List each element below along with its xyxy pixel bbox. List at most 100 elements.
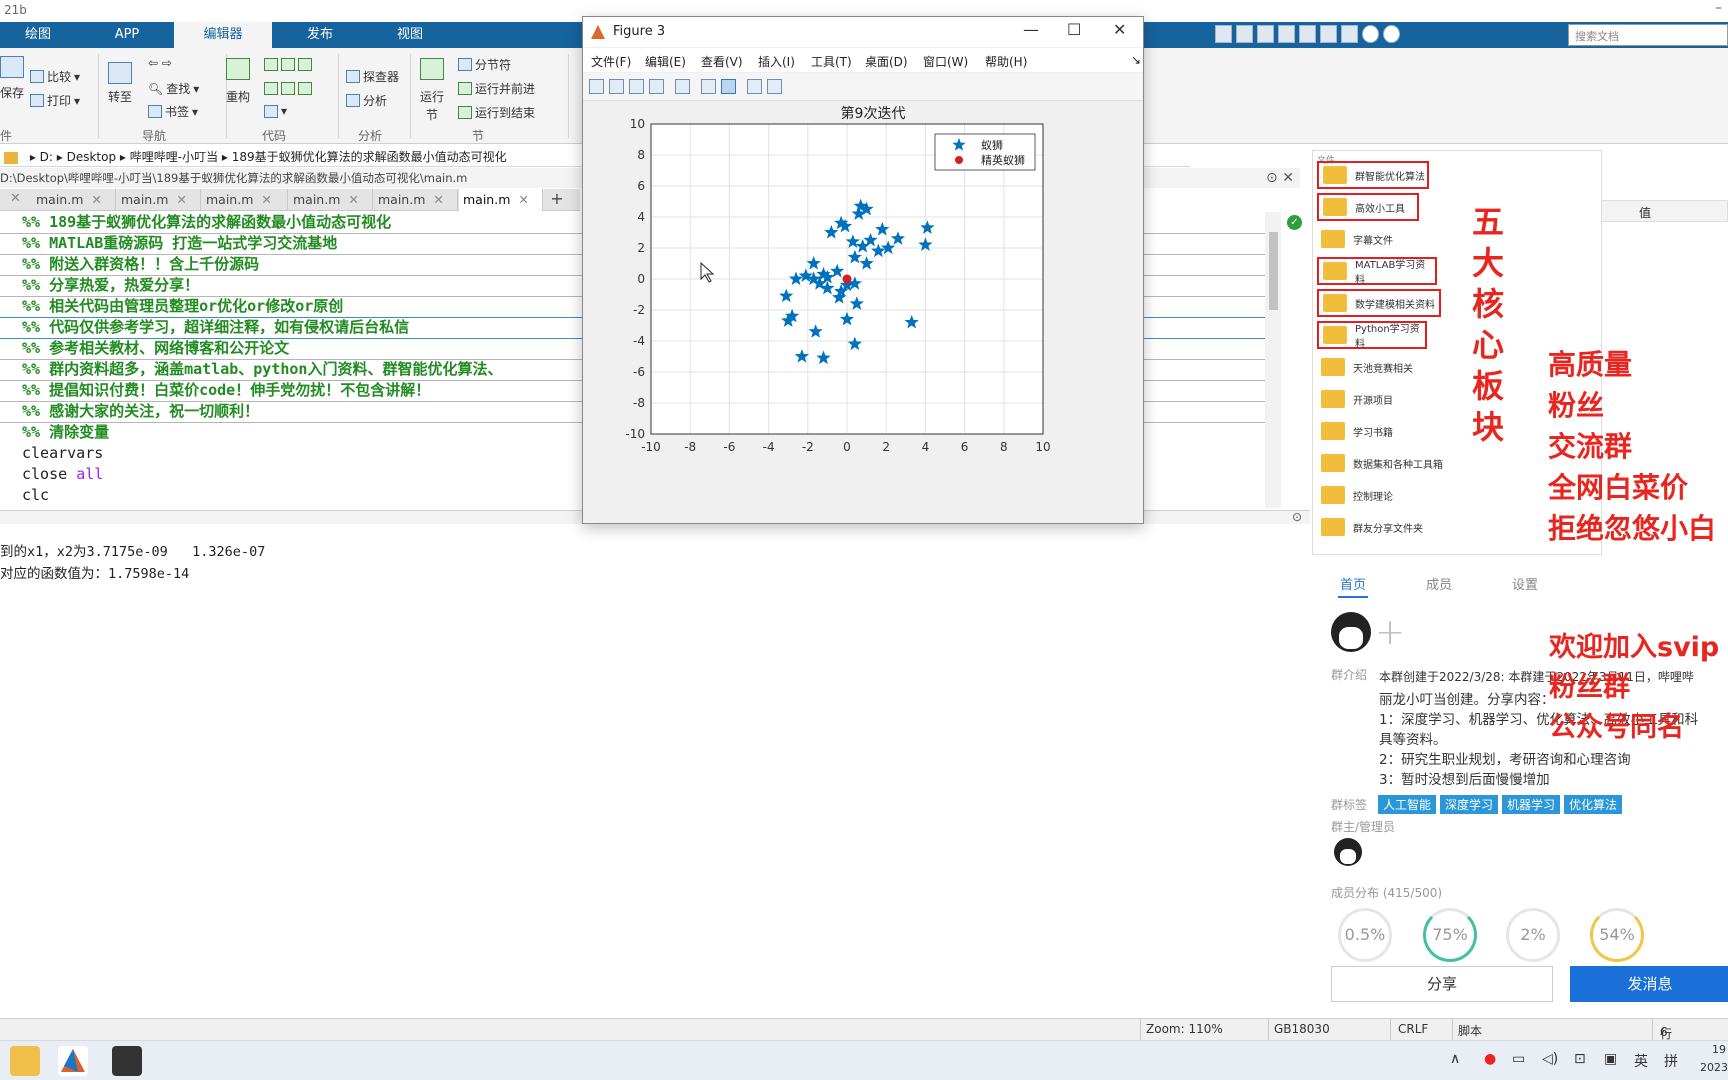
folder-item[interactable]: 字幕文件 [1317, 225, 1597, 253]
tab-editor[interactable]: 编辑器 [174, 22, 272, 49]
paste-icon[interactable] [1278, 25, 1295, 43]
figure-titlebar[interactable]: Figure 3 — ☐ ✕ [583, 17, 1143, 47]
open-file-icon[interactable] [609, 79, 624, 94]
print-button[interactable]: 打印 ▾ [30, 92, 80, 109]
recorder-icon[interactable] [112, 1046, 142, 1076]
close-icon[interactable]: ✕ [518, 192, 528, 207]
minimize-icon[interactable]: — [1023, 20, 1039, 39]
close-icon[interactable]: ✕ [1282, 170, 1294, 186]
find-button[interactable]: 🔍︎ 查找 ▾ [148, 80, 199, 97]
tag[interactable]: 优化算法 [1564, 795, 1623, 814]
breadcrumb-desktop[interactable]: Desktop [67, 150, 117, 164]
chevron-down-icon[interactable]: ⊙ [1292, 510, 1302, 524]
save-icon[interactable] [1215, 25, 1232, 43]
save-icon[interactable] [629, 79, 644, 94]
tag[interactable]: 人工智能 [1378, 795, 1437, 814]
new-figure-icon[interactable] [589, 79, 604, 94]
close-icon[interactable]: ✕ [261, 192, 271, 207]
tab-plots[interactable]: 绘图 [0, 22, 76, 48]
network-icon[interactable]: ⊡ [1574, 1051, 1586, 1067]
editor-panel-controls[interactable]: ⊙ ✕ [1266, 170, 1294, 186]
section-break-button[interactable]: 分节符 [458, 56, 511, 73]
tab-members[interactable]: 成员 [1426, 574, 1452, 593]
tag[interactable]: 深度学习 [1440, 795, 1499, 814]
volume-icon[interactable]: ◁) [1542, 1051, 1558, 1067]
dock-arrow-icon[interactable]: ↘ [1131, 53, 1141, 67]
menu-insert[interactable]: 插入(I) [758, 53, 795, 70]
file-tab[interactable]: main.m ✕ [289, 189, 373, 211]
tab-settings[interactable]: 设置 [1512, 574, 1538, 593]
scatter-plot[interactable]: 第9次迭代 -10 -8 -6 -4 -2 0 2 4 6 8 10 -10 -8 -6 -4 -2 0 2 4 6 8… [583, 102, 1143, 523]
folder-item[interactable]: Python学习资料 [1317, 321, 1427, 350]
editor-scrollbar[interactable] [1265, 212, 1281, 508]
menu-edit[interactable]: 编辑(E) [645, 53, 686, 70]
close-icon[interactable]: ✕ [91, 192, 101, 207]
back-forward-buttons[interactable]: ⇦ ⇨ [148, 56, 172, 70]
store-icon[interactable]: ▣ [1604, 1051, 1617, 1067]
avatar[interactable] [1331, 612, 1371, 652]
community-icon[interactable] [1383, 25, 1400, 43]
switch-window-icon[interactable] [1341, 25, 1358, 43]
chevron-down-icon[interactable]: ⊙ [1266, 170, 1278, 186]
tab-apps[interactable]: APP [86, 22, 168, 48]
property-editor-icon[interactable] [767, 79, 782, 94]
close-icon[interactable]: ✕ [433, 192, 443, 207]
help-icon[interactable] [1362, 25, 1379, 43]
menu-help[interactable]: 帮助(H) [985, 53, 1027, 70]
run-advance-button[interactable]: 运行并前进 [458, 80, 535, 97]
breadcrumb-folder[interactable]: 哔哩哔哩-小叮当 [130, 150, 218, 164]
scroll-thumb[interactable] [1269, 232, 1278, 310]
close-icon[interactable]: ✕ [176, 192, 186, 207]
file-tab[interactable]: main.m ✕ [202, 189, 288, 211]
folder-item[interactable]: 高效小工具 [1317, 193, 1419, 221]
insert-legend-icon[interactable] [721, 79, 736, 94]
indent-buttons[interactable] [264, 82, 312, 95]
run-to-end-button[interactable]: 运行到结束 [458, 104, 535, 121]
close-icon[interactable]: ✕ [1113, 20, 1126, 39]
figure-window[interactable]: Figure 3 — ☐ ✕ 文件(F) 编辑(E) 查看(V) 插入(I) 工… [582, 16, 1144, 524]
file-tab-active[interactable]: main.m ✕ [459, 189, 543, 211]
save-button[interactable] [0, 56, 24, 78]
print-icon[interactable] [649, 79, 664, 94]
refactor-button[interactable] [226, 58, 250, 80]
matlab-icon[interactable] [58, 1046, 88, 1076]
maximize-icon[interactable]: ☐ [1067, 20, 1081, 39]
ime-indicator[interactable]: 英 [1634, 1051, 1648, 1071]
menu-tools[interactable]: 工具(T) [811, 53, 852, 70]
add-member-icon[interactable]: + [1375, 612, 1405, 653]
tab-publish[interactable]: 发布 [280, 22, 360, 48]
folder-item[interactable]: MATLAB学习资料 [1317, 257, 1437, 286]
undo-icon[interactable] [1299, 25, 1316, 43]
insert-colorbar-icon[interactable] [701, 79, 716, 94]
doc-search-input[interactable]: 搜索文档 [1568, 24, 1728, 46]
figure-canvas[interactable]: 第9次迭代 -10 -8 -6 -4 -2 0 2 4 6 8 10 -10 -8 -6 -4 -2 0 2 4 6 8… [583, 102, 1143, 523]
cut-icon[interactable] [1236, 25, 1253, 43]
menu-window[interactable]: 窗口(W) [923, 53, 968, 70]
code-analyzer-ok-icon[interactable]: ✓ [1287, 215, 1302, 230]
link-plot-icon[interactable] [675, 79, 690, 94]
admin-avatar[interactable] [1334, 838, 1362, 866]
new-tab-button[interactable]: + [545, 189, 569, 210]
battery-icon[interactable]: ▭ [1512, 1051, 1525, 1067]
explorer-button[interactable]: 探查器 [346, 68, 399, 85]
format-button[interactable]: ▾ [264, 104, 287, 118]
menu-view[interactable]: 查看(V) [701, 53, 743, 70]
copy-icon[interactable] [1257, 25, 1274, 43]
command-window[interactable]: 到的x1，x2为3.7175e-09 1.326e-07 对应的函数值为：1.7… [0, 524, 1310, 1014]
send-message-button[interactable]: 发消息 [1570, 966, 1728, 1002]
goto-button[interactable] [108, 62, 132, 84]
file-tab[interactable]: main.m ✕ [117, 189, 201, 211]
redo-icon[interactable] [1320, 25, 1337, 43]
menu-file[interactable]: 文件(F) [591, 53, 631, 70]
ime-mode[interactable]: 拼 [1664, 1051, 1678, 1071]
analyze-button[interactable]: 分析 [346, 92, 387, 109]
pointer-icon[interactable] [747, 79, 762, 94]
tab-view[interactable]: 视图 [370, 22, 450, 48]
record-icon[interactable]: ● [1484, 1051, 1496, 1067]
close-icon[interactable]: ✕ [348, 192, 358, 207]
folder-item[interactable]: 群智能优化算法 [1317, 161, 1429, 189]
menu-desktop[interactable]: 桌面(D) [865, 53, 908, 70]
minimize-button[interactable]: – [1715, 0, 1722, 16]
share-button[interactable]: 分享 [1331, 966, 1553, 1002]
chevron-up-icon[interactable]: ∧ [1450, 1051, 1460, 1067]
